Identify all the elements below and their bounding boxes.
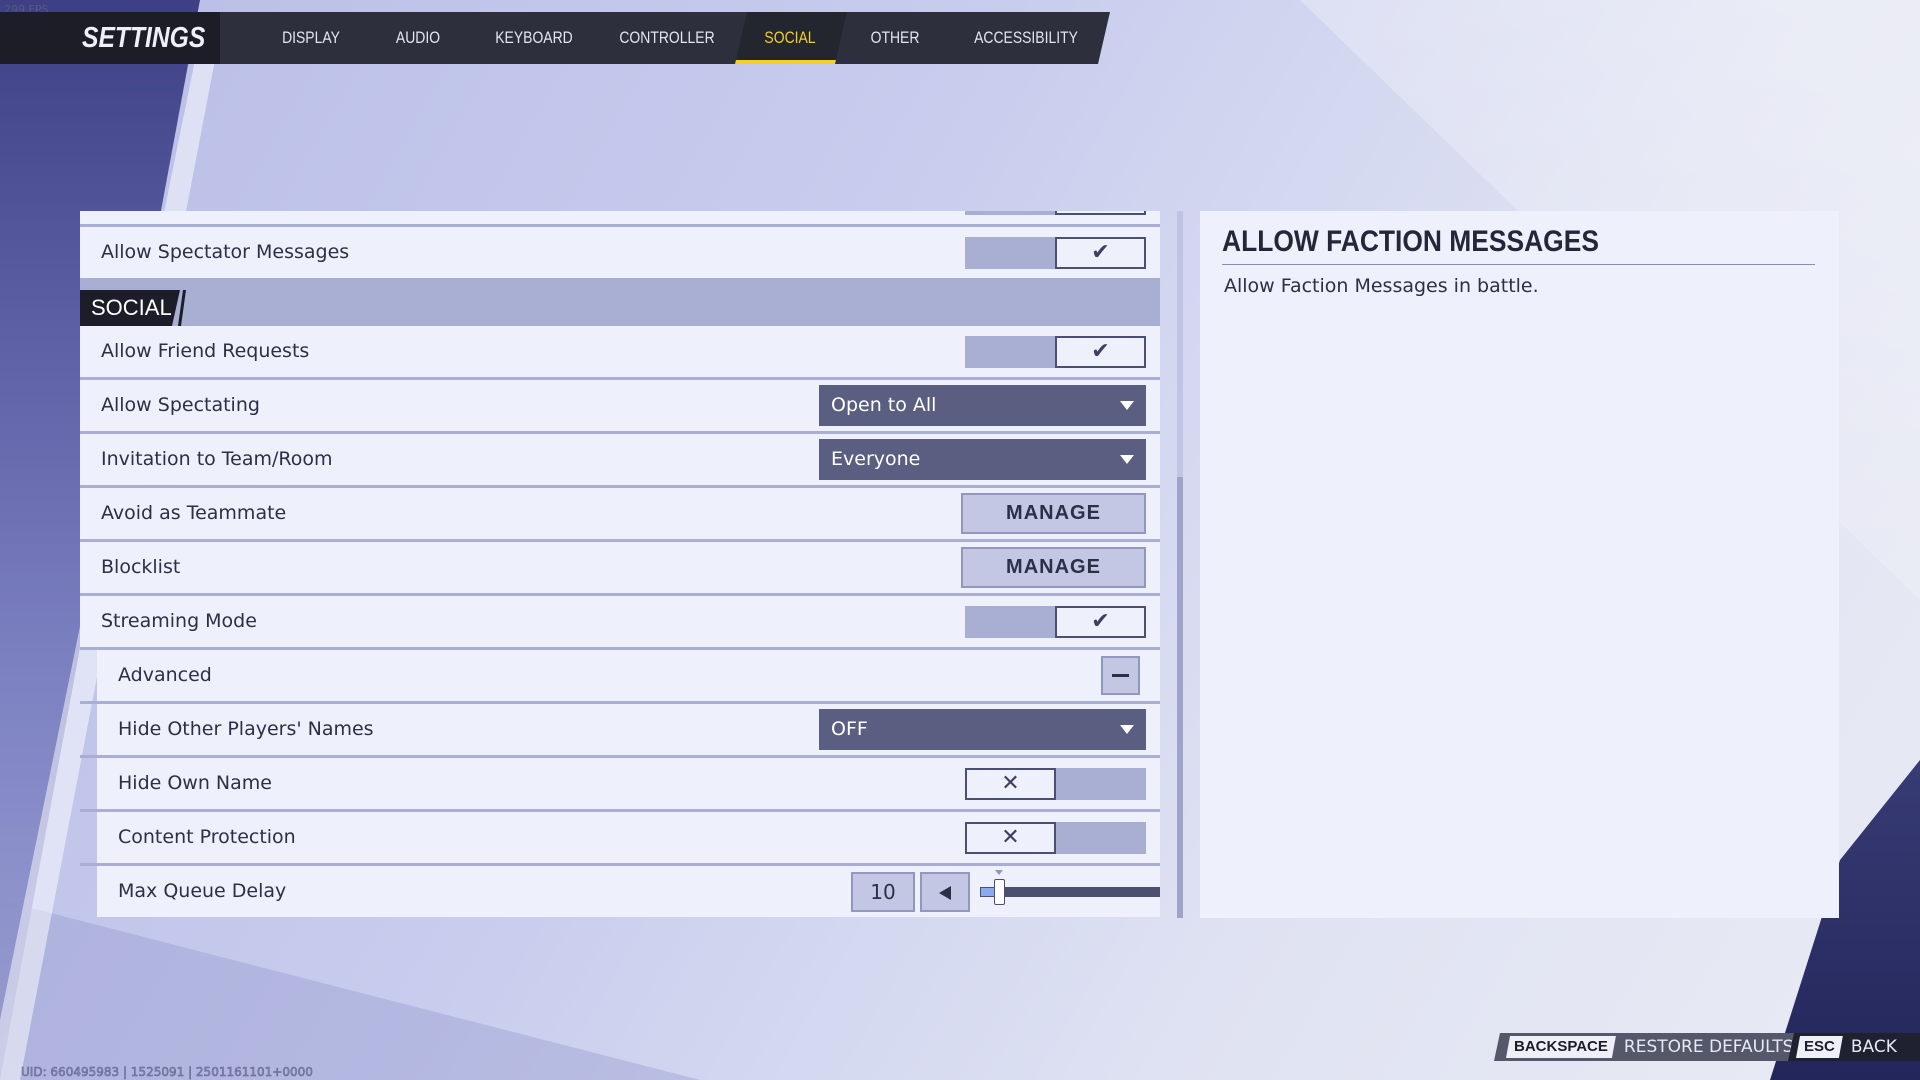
section-title: SOCIAL xyxy=(80,290,180,326)
caret-down-icon xyxy=(1120,725,1134,734)
setting-label: Streaming Mode xyxy=(101,610,257,632)
setting-row-friend-requests[interactable]: Allow Friend Requests ✔ xyxy=(80,326,1160,377)
tab-accessibility[interactable]: ACCESSIBILITY xyxy=(974,12,1078,64)
setting-row-allow-spectating[interactable]: Allow Spectating Open to All xyxy=(80,380,1160,431)
default-marker-icon xyxy=(995,870,1003,875)
setting-row-invitation[interactable]: Invitation to Team/Room Everyone xyxy=(80,434,1160,485)
setting-label: Invitation to Team/Room xyxy=(101,448,333,470)
setting-row-content-protection[interactable]: Content Protection ✕ xyxy=(97,812,1160,863)
friend-requests-toggle[interactable]: ✔ xyxy=(965,336,1146,368)
check-icon: ✔ xyxy=(1055,211,1146,215)
cross-icon: ✕ xyxy=(965,768,1056,800)
setting-row-hide-names[interactable]: Hide Other Players' Names OFF xyxy=(97,704,1160,755)
setting-label: Hide Own Name xyxy=(118,772,272,794)
caret-down-icon xyxy=(1120,401,1134,410)
key-hint: ESC xyxy=(1796,1036,1843,1058)
setting-label: Content Protection xyxy=(118,826,296,848)
setting-row-max-queue-delay[interactable]: Max Queue Delay 10 xyxy=(97,866,1160,917)
check-icon: ✔ xyxy=(1055,237,1146,269)
dropdown-value: Open to All xyxy=(831,394,937,416)
tab-controller[interactable]: CONTROLLER xyxy=(619,12,714,64)
button-label: RESTORE DEFAULTS xyxy=(1623,1037,1794,1057)
settings-list: ✔ Allow Spectator Messages ✔ SOCIAL Allo… xyxy=(80,211,1160,918)
divider xyxy=(1222,264,1815,265)
setting-row-avoid-teammate[interactable]: Avoid as Teammate MANAGE xyxy=(80,488,1160,539)
scrollbar-thumb[interactable] xyxy=(1177,477,1183,918)
hide-names-dropdown[interactable]: OFF xyxy=(819,709,1146,750)
setting-row-spectator-messages[interactable]: Allow Spectator Messages ✔ xyxy=(80,227,1160,278)
check-icon: ✔ xyxy=(1055,336,1146,368)
setting-label: Blocklist xyxy=(101,556,181,578)
slider-thumb[interactable] xyxy=(994,879,1005,905)
setting-row-blocklist[interactable]: Blocklist MANAGE xyxy=(80,542,1160,593)
setting-label: Allow Spectating xyxy=(101,394,260,416)
restore-defaults-button[interactable]: BACKSPACE RESTORE DEFAULTS xyxy=(1494,1033,1807,1061)
description-panel: ALLOW FACTION MESSAGES Allow Faction Mes… xyxy=(1200,211,1839,918)
setting-label: Allow Spectator Messages xyxy=(101,241,350,263)
setting-row-advanced[interactable]: Advanced xyxy=(97,650,1160,701)
avoid-manage-button[interactable]: MANAGE xyxy=(961,493,1146,534)
tab-other[interactable]: OTHER xyxy=(871,12,920,64)
dropdown-value: Everyone xyxy=(831,448,921,470)
setting-label: Hide Other Players' Names xyxy=(118,718,374,740)
content-protection-toggle[interactable]: ✕ xyxy=(965,822,1146,854)
setting-row-hide-own-name[interactable]: Hide Own Name ✕ xyxy=(97,758,1160,809)
toggle[interactable]: ✔ xyxy=(965,211,1146,215)
allow-spectating-dropdown[interactable]: Open to All xyxy=(819,385,1146,426)
page-title: SETTINGS xyxy=(82,22,206,54)
description-text: Allow Faction Messages in battle. xyxy=(1224,275,1539,297)
setting-row-streaming-mode[interactable]: Streaming Mode ✔ xyxy=(80,596,1160,647)
description-title: ALLOW FACTION MESSAGES xyxy=(1222,225,1599,258)
setting-row-partial: ✔ xyxy=(80,211,1160,224)
section-slash xyxy=(178,290,186,326)
queue-delay-value: 10 xyxy=(851,872,915,912)
queue-delay-slider[interactable] xyxy=(980,870,1160,905)
caret-down-icon xyxy=(1120,455,1134,464)
setting-label: Allow Friend Requests xyxy=(101,340,310,362)
dropdown-value: OFF xyxy=(831,718,868,740)
cross-icon: ✕ xyxy=(965,822,1056,854)
back-button[interactable]: ESC BACK xyxy=(1788,1033,1920,1061)
hide-own-name-toggle[interactable]: ✕ xyxy=(965,768,1146,800)
arrow-left-icon xyxy=(939,886,951,900)
tab-display[interactable]: DISPLAY xyxy=(282,12,340,64)
decrease-button[interactable] xyxy=(920,872,970,912)
button-label: BACK xyxy=(1850,1037,1897,1057)
collapse-minus-icon[interactable] xyxy=(1101,656,1140,695)
uid-text: UID: 660495983 | 1525091 | 2501161101+00… xyxy=(21,1065,313,1080)
streaming-mode-toggle[interactable]: ✔ xyxy=(965,606,1146,638)
setting-label: Avoid as Teammate xyxy=(101,502,287,524)
blocklist-manage-button[interactable]: MANAGE xyxy=(961,547,1146,588)
scrollbar[interactable] xyxy=(1177,211,1183,918)
tab-social[interactable]: SOCIAL xyxy=(764,12,815,64)
setting-label: Advanced xyxy=(118,664,212,686)
setting-label: Max Queue Delay xyxy=(118,880,287,902)
tab-keyboard[interactable]: KEYBOARD xyxy=(495,12,572,64)
top-nav-bar: SETTINGS DISPLAY AUDIO KEYBOARD CONTROLL… xyxy=(0,12,1110,64)
check-icon: ✔ xyxy=(1055,606,1146,638)
spectator-messages-toggle[interactable]: ✔ xyxy=(965,237,1146,269)
key-hint: BACKSPACE xyxy=(1506,1036,1616,1058)
invitation-dropdown[interactable]: Everyone xyxy=(819,439,1146,480)
section-header: SOCIAL xyxy=(80,278,1160,326)
tab-audio[interactable]: AUDIO xyxy=(396,12,440,64)
